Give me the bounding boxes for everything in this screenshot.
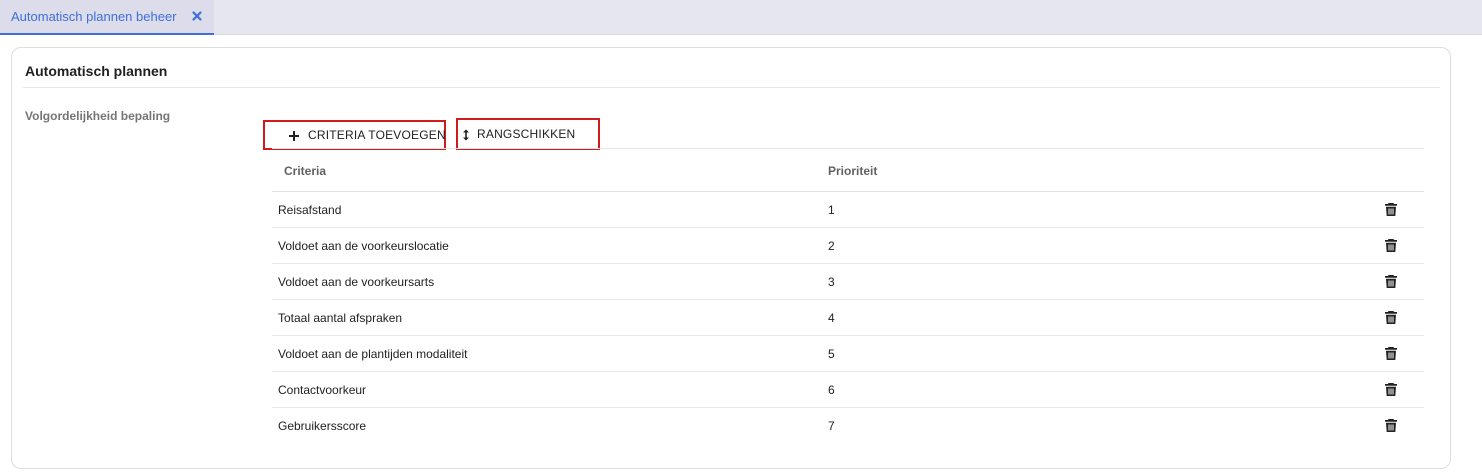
table-row[interactable]: Totaal aantal afspraken 4 [272, 300, 1424, 336]
tab-label: Automatisch plannen beheer [11, 9, 177, 24]
priority-cell: 7 [828, 419, 835, 433]
priority-cell: 2 [828, 239, 835, 253]
rank-button[interactable]: RANGSCHIKKEN [456, 118, 600, 150]
table-row[interactable]: Contactvoorkeur 6 [272, 372, 1424, 408]
table-row[interactable]: Reisafstand 1 [272, 192, 1424, 228]
add-criteria-label: CRITERIA TOEVOEGEN [308, 128, 446, 142]
trash-icon[interactable] [1384, 382, 1398, 397]
priority-cell: 5 [828, 347, 835, 361]
plus-icon [289, 131, 299, 141]
swap-vertical-icon [463, 129, 469, 141]
automatic-planning-card: Automatisch plannen Volgordelijkheid bep… [11, 47, 1451, 469]
add-criteria-button[interactable]: CRITERIA TOEVOEGEN [263, 120, 446, 150]
priority-cell: 1 [828, 203, 835, 217]
trash-icon[interactable] [1384, 274, 1398, 289]
criteria-cell: Voldoet aan de voorkeurslocatie [278, 239, 449, 253]
table-row[interactable]: Voldoet aan de voorkeursarts 3 [272, 264, 1424, 300]
criteria-cell: Contactvoorkeur [278, 383, 367, 397]
table-row[interactable]: Voldoet aan de plantijden modaliteit 5 [272, 336, 1424, 372]
priority-cell: 4 [828, 311, 835, 325]
criteria-cell: Reisafstand [278, 203, 342, 217]
trash-icon[interactable] [1384, 238, 1398, 253]
tab-automatisch-plannen-beheer[interactable]: Automatisch plannen beheer [0, 0, 214, 35]
tab-bar: Automatisch plannen beheer [0, 0, 1482, 35]
criteria-cell: Gebruikersscore [278, 419, 367, 433]
criteria-cell: Totaal aantal afspraken [278, 311, 403, 325]
page-scrollbar[interactable] [1466, 36, 1482, 476]
priority-cell: 3 [828, 275, 835, 289]
column-header-criteria[interactable]: Criteria [284, 164, 326, 178]
trash-icon[interactable] [1384, 202, 1398, 217]
rank-label: RANGSCHIKKEN [477, 127, 576, 141]
criteria-table: Criteria Prioriteit Reisafstand 1 Voldoe… [272, 149, 1424, 444]
trash-icon[interactable] [1384, 346, 1398, 361]
table-row[interactable]: Voldoet aan de voorkeurslocatie 2 [272, 228, 1424, 264]
priority-cell: 6 [828, 383, 835, 397]
criteria-cell: Voldoet aan de voorkeursarts [278, 275, 435, 289]
trash-icon[interactable] [1384, 310, 1398, 325]
close-icon[interactable] [190, 9, 204, 23]
table-header: Criteria Prioriteit [272, 149, 1424, 192]
trash-icon[interactable] [1384, 418, 1398, 433]
column-header-priority[interactable]: Prioriteit [828, 164, 877, 178]
section-label: Volgordelijkheid bepaling [25, 109, 171, 123]
table-row[interactable]: Gebruikersscore 7 [272, 408, 1424, 444]
card-title: Automatisch plannen [25, 63, 168, 79]
criteria-cell: Voldoet aan de plantijden modaliteit [278, 347, 468, 361]
card-divider [23, 87, 1440, 88]
